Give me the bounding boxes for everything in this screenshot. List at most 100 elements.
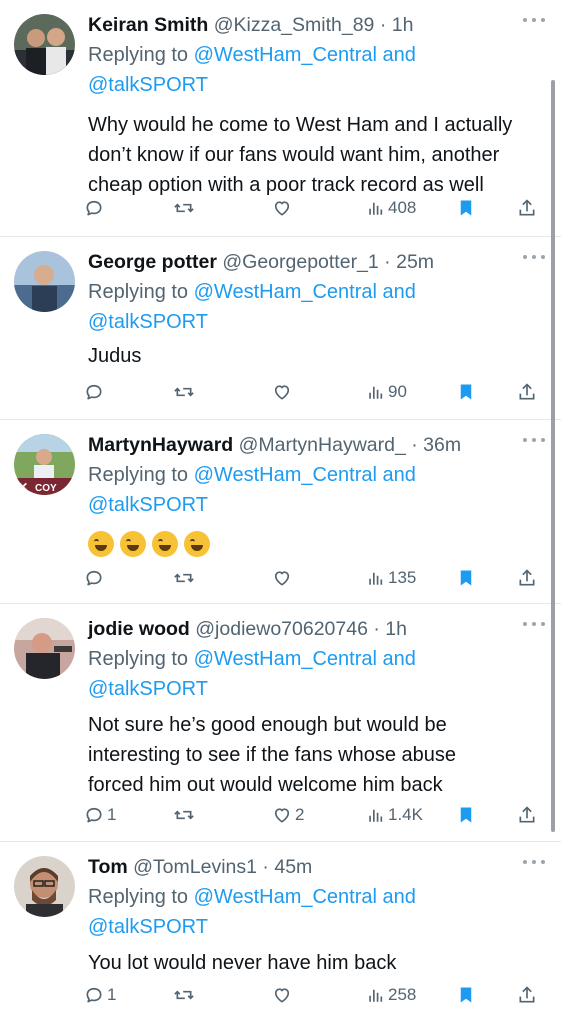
replying-prefix: Replying to — [88, 648, 194, 670]
replying-to: Replying to @WestHam_Central and @talkSP… — [88, 277, 543, 337]
display-name[interactable]: Keiran Smith — [88, 14, 208, 36]
timestamp[interactable]: 36m — [423, 434, 461, 456]
separator: · — [374, 14, 392, 36]
user-handle[interactable]: @MartynHayward_ — [239, 434, 406, 456]
tweet-card[interactable]: jodie wood @jodiewo70620746 · 1h Replyin… — [0, 604, 561, 842]
tweet-feed: Keiran Smith @Kizza_Smith_89 · 1h Replyi… — [0, 0, 561, 1024]
reply-button[interactable]: 1 — [84, 800, 116, 830]
share-icon — [517, 568, 537, 588]
views-button[interactable]: 135 — [367, 563, 416, 593]
separator: · — [367, 618, 386, 640]
timestamp[interactable]: 1h — [392, 14, 414, 36]
replying-and[interactable]: and — [377, 281, 416, 303]
separator: · — [257, 856, 275, 878]
tweet-card[interactable]: Tom @TomLevins1 · 45m Replying to @WestH… — [0, 842, 561, 1024]
tweet-header: jodie wood @jodiewo70620746 · 1h — [88, 617, 543, 641]
mention-link[interactable]: @WestHam_Central — [194, 44, 377, 66]
avatar-badge-text: COY — [35, 483, 57, 494]
views-button[interactable]: 258 — [367, 980, 416, 1010]
separator: · — [378, 251, 397, 273]
avatar[interactable] — [14, 618, 75, 679]
action-bar: 1 2 1.4K — [82, 800, 547, 830]
retweet-button[interactable] — [173, 800, 198, 830]
mention-link[interactable]: @talkSPORT — [88, 74, 208, 96]
retweet-button[interactable] — [173, 980, 198, 1010]
avatar[interactable] — [14, 251, 75, 312]
tweet-card[interactable]: Keiran Smith @Kizza_Smith_89 · 1h Replyi… — [0, 0, 561, 237]
bookmark-icon — [457, 568, 475, 588]
mention-link[interactable]: @WestHam_Central — [194, 464, 377, 486]
action-bar: 90 — [82, 377, 547, 407]
display-name[interactable]: George potter — [88, 251, 217, 273]
share-button[interactable] — [517, 563, 537, 593]
user-handle[interactable]: @jodiewo70620746 — [195, 618, 368, 640]
reply-count: 1 — [107, 985, 117, 1004]
display-name[interactable]: jodie wood — [88, 618, 190, 640]
user-handle[interactable]: @Georgepotter_1 — [222, 251, 378, 273]
scrollbar[interactable] — [551, 80, 555, 832]
retweet-icon — [173, 382, 195, 402]
user-handle[interactable]: @Kizza_Smith_89 — [214, 14, 375, 36]
display-name[interactable]: Tom — [88, 856, 128, 878]
bookmark-button[interactable] — [457, 980, 475, 1010]
like-button[interactable]: 2 — [272, 800, 304, 830]
reply-button[interactable] — [84, 563, 107, 593]
user-handle[interactable]: @TomLevins1 — [133, 856, 257, 878]
reply-button[interactable] — [84, 377, 107, 407]
like-button[interactable] — [272, 980, 295, 1010]
timestamp[interactable]: 45m — [274, 856, 312, 878]
timestamp[interactable]: 25m — [396, 251, 434, 273]
tweet-header: Keiran Smith @Kizza_Smith_89 · 1h — [88, 13, 543, 37]
share-button[interactable] — [517, 377, 537, 407]
views-button[interactable]: 408 — [367, 193, 416, 223]
timestamp[interactable]: 1h — [385, 618, 407, 640]
retweet-button[interactable] — [173, 377, 198, 407]
bookmark-button[interactable] — [457, 563, 475, 593]
tweet-card[interactable]: George potter @Georgepotter_1 · 25m Repl… — [0, 237, 561, 420]
mention-link[interactable]: @talkSPORT — [88, 311, 208, 333]
bookmark-button[interactable] — [457, 800, 475, 830]
views-button[interactable]: 1.4K — [367, 800, 423, 830]
mention-link[interactable]: @WestHam_Central — [194, 648, 377, 670]
views-count: 408 — [388, 198, 417, 217]
share-button[interactable] — [517, 800, 537, 830]
mention-link[interactable]: @talkSPORT — [88, 916, 208, 938]
retweet-icon — [173, 568, 195, 588]
mention-link[interactable]: @talkSPORT — [88, 494, 208, 516]
separator: · — [405, 434, 424, 456]
mention-link[interactable]: @WestHam_Central — [194, 886, 377, 908]
mention-link[interactable]: @talkSPORT — [88, 678, 208, 700]
like-button[interactable] — [272, 377, 295, 407]
views-button[interactable]: 90 — [367, 377, 407, 407]
like-button[interactable] — [272, 563, 295, 593]
tweet-card[interactable]: COY ✕ MartynHayward @MartynHayward_ · 36… — [0, 420, 561, 604]
bookmark-icon — [457, 198, 475, 218]
bookmark-button[interactable] — [457, 377, 475, 407]
heart-icon — [272, 568, 292, 588]
bookmark-icon — [457, 985, 475, 1005]
like-button[interactable] — [272, 193, 295, 223]
heart-icon — [272, 198, 292, 218]
replying-and[interactable]: and — [377, 648, 416, 670]
mention-link[interactable]: @WestHam_Central — [194, 281, 377, 303]
avatar[interactable] — [14, 14, 75, 75]
display-name[interactable]: MartynHayward — [88, 434, 233, 456]
tweet-text: Not sure he’s good enough but would be i… — [88, 714, 457, 796]
heart-icon — [272, 382, 292, 402]
share-button[interactable] — [517, 193, 537, 223]
bookmark-button[interactable] — [457, 193, 475, 223]
tweet-text: Why would he come to West Ham and I actu… — [88, 114, 513, 196]
tweet-header: MartynHayward @MartynHayward_ · 36m — [88, 433, 543, 457]
avatar[interactable]: COY ✕ — [14, 434, 75, 495]
bookmark-icon — [457, 805, 475, 825]
replying-and[interactable]: and — [377, 464, 416, 486]
retweet-button[interactable] — [173, 563, 198, 593]
replying-and[interactable]: and — [377, 44, 416, 66]
retweet-button[interactable] — [173, 193, 198, 223]
avatar[interactable] — [14, 856, 75, 917]
replying-and[interactable]: and — [377, 886, 416, 908]
reply-button[interactable] — [84, 193, 107, 223]
reply-button[interactable]: 1 — [84, 980, 116, 1010]
retweet-icon — [173, 985, 195, 1005]
share-button[interactable] — [517, 980, 537, 1010]
